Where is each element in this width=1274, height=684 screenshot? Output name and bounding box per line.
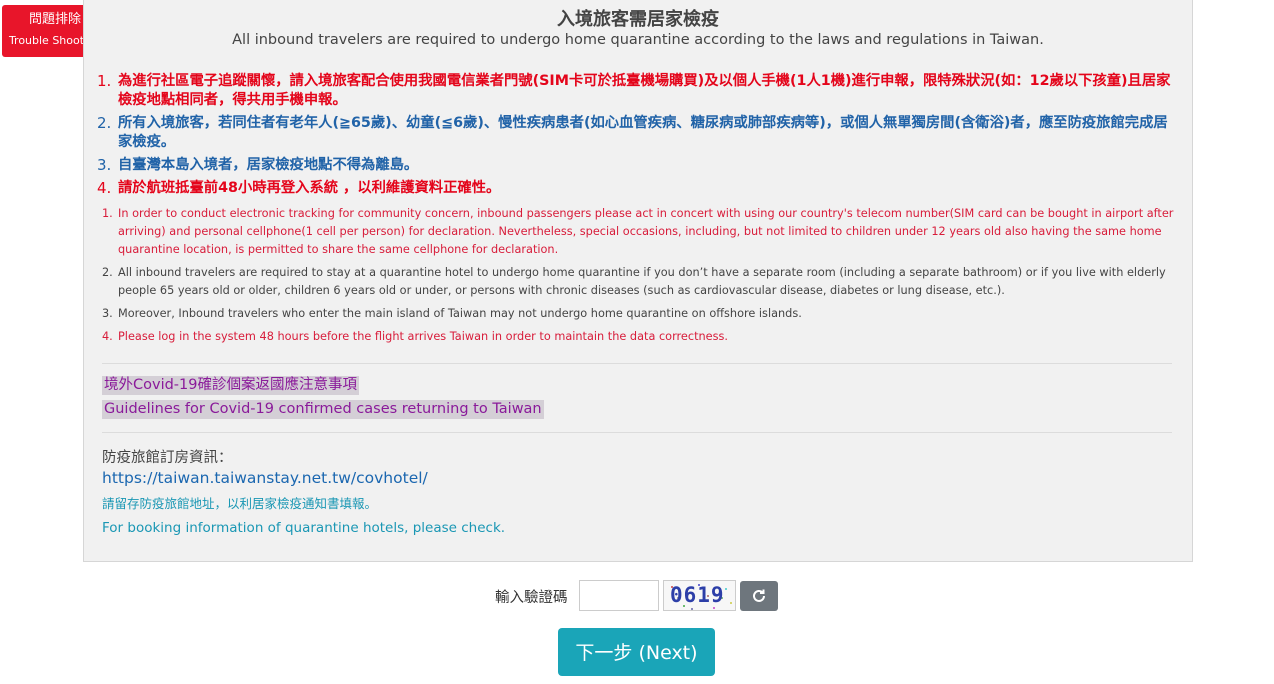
notice-number: 3. [102,307,113,320]
captcha-label: 輸入驗證碼 [495,590,568,606]
page-title-zh: 入境旅客需居家檢疫 [557,9,719,30]
hotel-booking-link[interactable]: https://taiwan.taiwanstay.net.tw/covhote… [102,469,428,487]
notice-text: In order to conduct electronic tracking … [118,207,1174,256]
guidelines-link-zh[interactable]: 境外Covid-19確診個案返國應注意事項 [102,376,359,395]
notice-number: 3. [97,156,112,174]
page-title-en: All inbound travelers are required to un… [232,32,1044,48]
refresh-icon [753,589,765,602]
notice-number: 1. [97,72,112,90]
hotel-note-en: For booking information of quarantine ho… [102,520,506,536]
divider [102,363,1172,364]
notice-text: All inbound travelers are required to st… [118,266,1166,297]
notice-item-en: 3. Moreover, Inbound travelers who enter… [102,305,1174,323]
divider [102,432,1172,433]
captcha-image: 0619 [663,580,736,611]
notice-item-zh: 4. 請於航班抵臺前48小時再登入系統 ，以利維護資料正確性。 [93,179,1173,198]
notice-item-en: 2. All inbound travelers are required to… [102,264,1174,300]
notice-text: 自臺灣本島入境者，居家檢疫地點不得為離島。 [118,157,419,173]
notice-item-zh: 2. 所有入境旅客，若同住者有老年人(≧65歲)、幼童(≦6歲)、慢性疾病患者(… [93,114,1173,152]
notice-number: 2. [102,266,113,279]
hotel-info-title: 防疫旅館訂房資訊： [102,450,233,466]
notice-number: 1. [102,207,113,220]
next-button[interactable]: 下一步 (Next) [558,628,715,676]
notice-item-en: 4. Please log in the system 48 hours bef… [102,328,1174,346]
notice-number: 4. [97,179,112,197]
notice-text: 為進行社區電子追蹤關懷，請入境旅客配合使用我國電信業者門號(SIM卡可於抵臺機場… [118,73,1171,108]
notice-text: Please log in the system 48 hours before… [118,330,728,343]
notice-item-en: 1. In order to conduct electronic tracki… [102,205,1174,259]
notice-text: Moreover, Inbound travelers who enter th… [118,307,802,320]
captcha-code: 0619 [670,583,725,607]
guidelines-link-en[interactable]: Guidelines for Covid-19 confirmed cases … [102,400,544,419]
hotel-note-zh: 請留存防疫旅館地址，以利居家檢疫通知書填報。 [102,496,378,511]
notice-number: 2. [97,114,112,132]
notice-text: 請於航班抵臺前48小時再登入系統 ，以利維護資料正確性。 [118,180,501,196]
notice-text: 所有入境旅客，若同住者有老年人(≧65歲)、幼童(≦6歲)、慢性疾病患者(如心血… [118,115,1168,150]
notice-list-zh: 1. 為進行社區電子追蹤關懷，請入境旅客配合使用我國電信業者門號(SIM卡可於抵… [93,72,1173,202]
notice-item-zh: 3. 自臺灣本島入境者，居家檢疫地點不得為離島。 [93,156,1173,175]
captcha-refresh-button[interactable] [740,581,778,611]
notice-panel: 入境旅客需居家檢疫 All inbound travelers are requ… [83,0,1193,562]
captcha-input[interactable] [579,580,659,611]
notice-item-zh: 1. 為進行社區電子追蹤關懷，請入境旅客配合使用我國電信業者門號(SIM卡可於抵… [93,72,1173,110]
notice-number: 4. [102,330,113,343]
notice-list-en: 1. In order to conduct electronic tracki… [102,205,1174,351]
